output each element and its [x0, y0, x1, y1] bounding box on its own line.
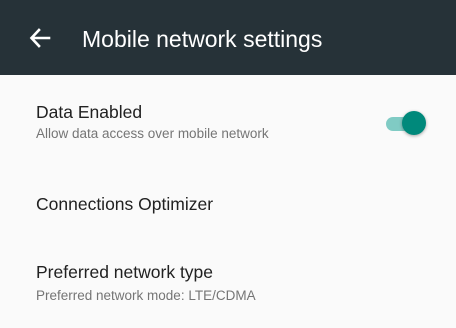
data-enabled-switch[interactable] — [382, 110, 428, 138]
data-enabled-title: Data Enabled — [36, 102, 143, 122]
switch-thumb — [402, 111, 426, 135]
connections-optimizer-preference[interactable]: Connections Optimizer — [0, 168, 456, 238]
preferred-network-type-title: Preferred network type — [36, 262, 214, 282]
preferred-network-type-preference[interactable]: Preferred network type Preferred network… — [0, 248, 456, 328]
connections-optimizer-title: Connections Optimizer — [36, 194, 214, 214]
page-title: Mobile network settings — [82, 26, 323, 52]
arrow-left-icon — [29, 28, 51, 48]
data-enabled-summary: Allow data access over mobile network — [36, 126, 269, 141]
preferred-network-type-summary: Preferred network mode: LTE/CDMA — [36, 288, 256, 303]
back-button[interactable] — [26, 24, 54, 52]
app-toolbar: Mobile network settings — [0, 0, 456, 75]
mobile-network-settings-screen: Mobile network settings Data Enabled All… — [0, 0, 456, 328]
